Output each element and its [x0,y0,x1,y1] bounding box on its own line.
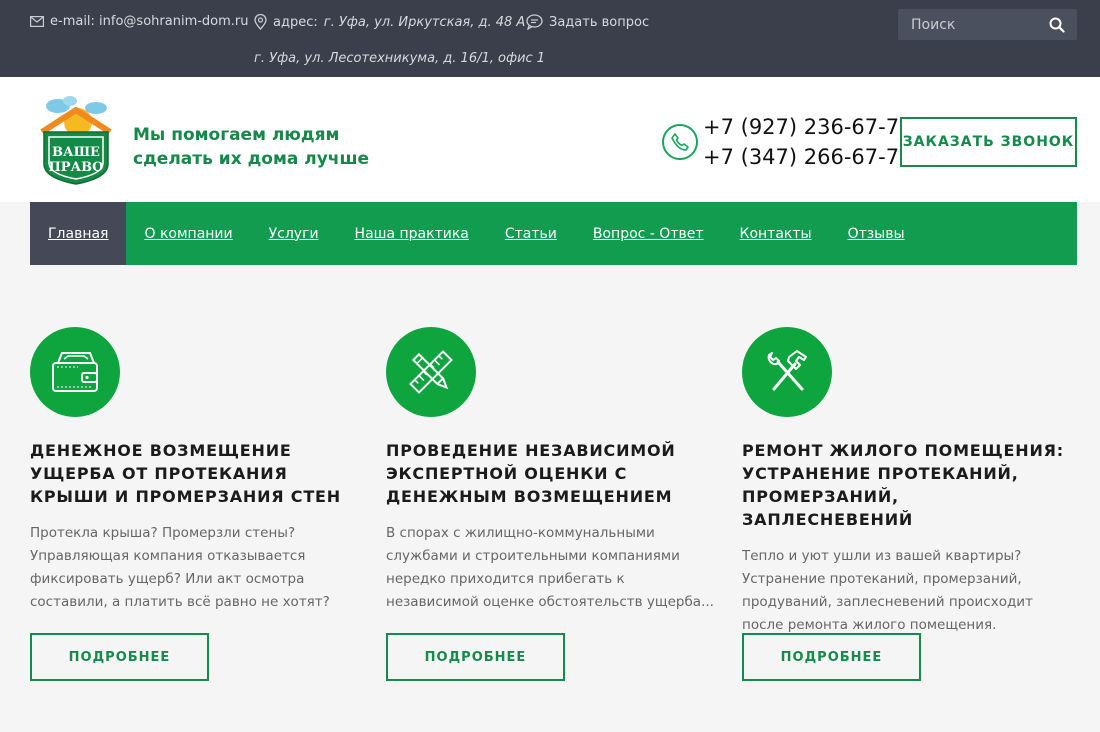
search-icon[interactable] [1049,17,1065,33]
feature-card: ДЕНЕЖНОЕ ВОЗМЕЩЕНИЕ УЩЕРБА ОТ ПРОТЕКАНИЯ… [30,327,360,614]
feature-text: В спорах с жилищно-коммунальными службам… [386,525,714,610]
feature-title: ПРОВЕДЕНИЕ НЕЗАВИСИМОЙ ЭКСПЕРТНОЙ ОЦЕНКИ… [386,441,676,506]
nav-item-contacts[interactable]: Контакты [722,202,830,265]
map-pin-icon [254,14,267,30]
nav-item-practice[interactable]: Наша практика [337,202,487,265]
phone-2[interactable]: +7 (347) 266-67-78 [703,142,912,172]
feature-title: РЕМОНТ ЖИЛОГО ПОМЕЩЕНИЯ: УСТРАНЕНИЕ ПРОТ… [742,441,1064,529]
top-bar: e-mail: info@sohranim-dom.ru адрес: г. У… [0,0,1100,77]
nav-item-about[interactable]: О компании [126,202,250,265]
phone-icon [662,124,698,160]
wallet-icon [30,327,120,417]
order-callback-button[interactable]: ЗАКАЗАТЬ ЗВОНОК [900,117,1077,167]
tagline-line-1: Мы помогаем людям [133,125,340,145]
logo-text-2: ПРАВО [49,160,104,175]
tagline: Мы помогаем людям сделать их дома лучше [133,123,369,171]
ask-question-link[interactable]: Задать вопрос [526,14,649,30]
logo-text-1: ВАШЕ [52,145,100,160]
nav-item-articles[interactable]: Статьи [487,202,575,265]
email-text: e-mail: info@sohranim-dom.ru [50,14,249,29]
search-box [898,9,1077,40]
feature-card: РЕМОНТ ЖИЛОГО ПОМЕЩЕНИЯ: УСТРАНЕНИЕ ПРОТ… [742,327,1072,637]
nav-item-reviews[interactable]: Отзывы [830,202,923,265]
feature-title: ДЕНЕЖНОЕ ВОЗМЕЩЕНИЕ УЩЕРБА ОТ ПРОТЕКАНИЯ… [30,441,341,506]
search-input[interactable] [898,9,1043,40]
pencil-ruler-icon [386,327,476,417]
more-button[interactable]: ПОДРОБНЕЕ [30,633,209,681]
feature-card: ПРОВЕДЕНИЕ НЕЗАВИСИМОЙ ЭКСПЕРТНОЙ ОЦЕНКИ… [386,327,716,614]
more-button[interactable]: ПОДРОБНЕЕ [386,633,565,681]
hammer-wrench-icon [742,327,832,417]
nav-item-services[interactable]: Услуги [251,202,337,265]
phone-numbers: +7 (927) 236-67-78 +7 (347) 266-67-78 [703,112,912,172]
nav-item-home[interactable]: Главная [30,202,127,265]
email-link[interactable]: e-mail: info@sohranim-dom.ru [30,14,249,29]
address-line-1: г. Уфа, ул. Иркутская, д. 48 А [323,14,526,30]
envelope-icon [30,16,44,27]
address-primary: адрес: г. Уфа, ул. Иркутская, д. 48 А [254,14,525,30]
more-button[interactable]: ПОДРОБНЕЕ [742,633,921,681]
site-logo[interactable]: ВАШЕ ПРАВО [38,92,114,187]
chat-bubble-icon [526,14,543,30]
address-line-2: г. Уфа, ул. Лесотехникума, д. 16/1, офис… [254,51,546,66]
site-header: ВАШЕ ПРАВО Мы помогаем людям сделать их … [0,77,1100,202]
feature-text: Тепло и уют ушли из вашей квартиры? Устр… [742,548,1033,633]
tagline-line-2: сделать их дома лучше [133,149,370,169]
feature-text: Протекла крыша? Промерзли стены? Управля… [30,525,330,610]
address-label: адрес: [273,14,318,30]
ask-question-text: Задать вопрос [549,14,650,30]
nav-item-faq[interactable]: Вопрос - Ответ [575,202,722,265]
main-nav: Главная О компании Услуги Наша практика … [30,202,1077,265]
phone-1[interactable]: +7 (927) 236-67-78 [703,112,912,142]
